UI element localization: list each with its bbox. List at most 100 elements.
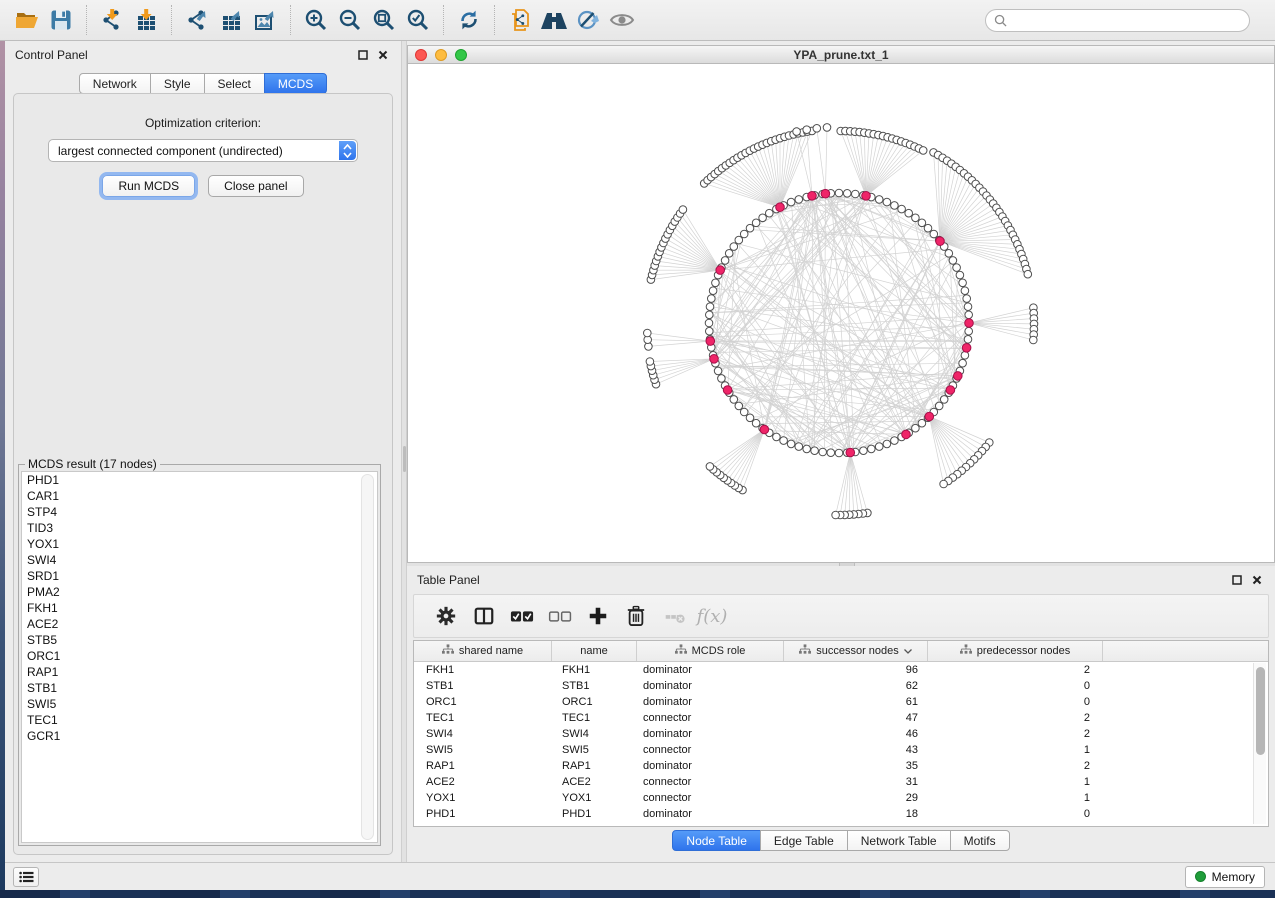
mcds-result-item[interactable]: SWI4 — [22, 552, 377, 568]
column-header-MCDS-role[interactable]: MCDS role — [637, 641, 784, 661]
tab-style[interactable]: Style — [150, 73, 205, 94]
mcds-result-item[interactable]: PMA2 — [22, 584, 377, 600]
cell-shared-name: ORC1 — [414, 696, 552, 708]
zoom-selected-icon[interactable] — [401, 4, 435, 36]
table-row[interactable]: YOX1YOX1connector291 — [414, 790, 1268, 806]
mcds-node[interactable] — [716, 266, 725, 275]
search-box[interactable] — [985, 9, 1250, 32]
mcds-node[interactable] — [902, 430, 911, 439]
clone-network-icon[interactable] — [503, 4, 537, 36]
table-row[interactable]: RAP1RAP1dominator352 — [414, 758, 1268, 774]
mcds-node[interactable] — [706, 337, 715, 346]
delete-rows-icon[interactable] — [620, 601, 652, 631]
mcds-result-item[interactable]: GCR1 — [22, 728, 377, 744]
mcds-node[interactable] — [962, 344, 971, 353]
table-row[interactable]: ORC1ORC1dominator610 — [414, 694, 1268, 710]
cell-name: RAP1 — [552, 760, 637, 772]
mcds-node[interactable] — [776, 203, 785, 212]
mcds-node[interactable] — [965, 319, 974, 328]
memory-button[interactable]: Memory — [1185, 866, 1265, 888]
search-input[interactable] — [1012, 14, 1232, 28]
column-header-successor-nodes[interactable]: successor nodes — [784, 641, 928, 661]
table-row[interactable]: STB1STB1dominator620 — [414, 678, 1268, 694]
tab-motifs[interactable]: Motifs — [950, 830, 1010, 851]
mcds-node[interactable] — [946, 386, 955, 395]
zoom-out-icon[interactable] — [333, 4, 367, 36]
mcds-result-item[interactable]: YOX1 — [22, 536, 377, 552]
mcds-result-item[interactable]: TEC1 — [22, 712, 377, 728]
deselect-all-icon[interactable] — [544, 601, 576, 631]
run-mcds-button[interactable]: Run MCDS — [102, 175, 195, 197]
mcds-result-item[interactable]: RAP1 — [22, 664, 377, 680]
column-header-shared-name[interactable]: shared name — [414, 641, 552, 661]
task-list-button[interactable] — [13, 867, 39, 887]
mcds-result-item[interactable]: ORC1 — [22, 648, 377, 664]
float-panel-icon[interactable] — [1229, 572, 1245, 588]
zoom-in-icon[interactable] — [299, 4, 333, 36]
mcds-node[interactable] — [846, 448, 855, 457]
mcds-result-item[interactable]: SRD1 — [22, 568, 377, 584]
mcds-result-item[interactable]: STB5 — [22, 632, 377, 648]
search-binoculars-icon[interactable] — [537, 4, 571, 36]
column-header-name[interactable]: name — [552, 641, 637, 661]
close-panel-button[interactable]: Close panel — [208, 175, 303, 197]
add-row-icon[interactable] — [582, 601, 614, 631]
mcds-node[interactable] — [808, 192, 817, 201]
mcds-result-item[interactable]: PHD1 — [22, 472, 377, 488]
tab-edge-table[interactable]: Edge Table — [760, 830, 848, 851]
mcds-node[interactable] — [760, 425, 769, 434]
mcds-node[interactable] — [723, 386, 732, 395]
tab-select[interactable]: Select — [204, 73, 265, 94]
tab-mcds[interactable]: MCDS — [264, 73, 327, 94]
refresh-layout-icon[interactable] — [452, 4, 486, 36]
tab-network[interactable]: Network — [79, 73, 151, 94]
export-network-icon[interactable] — [180, 4, 214, 36]
mcds-result-item[interactable]: TID3 — [22, 520, 377, 536]
optimization-criterion-select[interactable]: largest connected component (undirected) — [48, 139, 358, 162]
mcds-node[interactable] — [936, 237, 945, 246]
mcds-result-item[interactable]: CAR1 — [22, 488, 377, 504]
mcds-result-item[interactable]: STB1 — [22, 680, 377, 696]
toggle-columns-icon[interactable] — [468, 601, 500, 631]
network-column-icon — [675, 644, 687, 658]
network-canvas[interactable] — [408, 64, 1274, 562]
mcds-node[interactable] — [954, 372, 963, 381]
tab-node-table[interactable]: Node Table — [672, 830, 761, 851]
settings-gear-icon[interactable] — [430, 601, 462, 631]
float-panel-icon[interactable] — [355, 47, 371, 63]
select-all-icon[interactable] — [506, 601, 538, 631]
mcds-node[interactable] — [925, 412, 934, 421]
import-table-icon[interactable] — [129, 4, 163, 36]
close-panel-icon[interactable] — [1249, 572, 1265, 588]
mcds-node[interactable] — [710, 355, 719, 364]
table-scrollbar[interactable] — [1253, 663, 1266, 824]
show-graphics-details-icon[interactable] — [605, 4, 639, 36]
table-row[interactable]: PHD1PHD1dominator180 — [414, 806, 1268, 822]
mcds-result-item[interactable]: FKH1 — [22, 600, 377, 616]
export-table-icon[interactable] — [214, 4, 248, 36]
mcds-result-item[interactable]: ACE2 — [22, 616, 377, 632]
zoom-fit-icon[interactable] — [367, 4, 401, 36]
mcds-node[interactable] — [821, 189, 830, 198]
tab-network-table[interactable]: Network Table — [847, 830, 951, 851]
save-session-icon[interactable] — [44, 4, 78, 36]
table-row[interactable]: TEC1TEC1connector472 — [414, 710, 1268, 726]
close-panel-icon[interactable] — [375, 47, 391, 63]
table-row[interactable]: SWI4SWI4dominator462 — [414, 726, 1268, 742]
export-image-icon[interactable] — [248, 4, 282, 36]
cell-name: TEC1 — [552, 712, 637, 724]
mcds-result-list[interactable]: PHD1CAR1STP4TID3YOX1SWI4SRD1PMA2FKH1ACE2… — [21, 471, 378, 843]
mcds-result-item[interactable]: SWI5 — [22, 696, 377, 712]
mcds-node[interactable] — [862, 192, 871, 201]
open-session-icon[interactable] — [10, 4, 44, 36]
cell-predecessor-nodes: 1 — [928, 776, 1103, 788]
column-header-predecessor-nodes[interactable]: predecessor nodes — [928, 641, 1103, 661]
scrollbar-thumb[interactable] — [1256, 667, 1265, 755]
table-row[interactable]: ACE2ACE2connector311 — [414, 774, 1268, 790]
mcds-result-item[interactable]: STP4 — [22, 504, 377, 520]
import-network-icon[interactable] — [95, 4, 129, 36]
mcds-list-scrollbar[interactable] — [361, 474, 374, 840]
table-row[interactable]: SWI5SWI5connector431 — [414, 742, 1268, 758]
table-row[interactable]: FKH1FKH1dominator962 — [414, 662, 1268, 678]
hide-graphics-details-icon[interactable] — [571, 4, 605, 36]
